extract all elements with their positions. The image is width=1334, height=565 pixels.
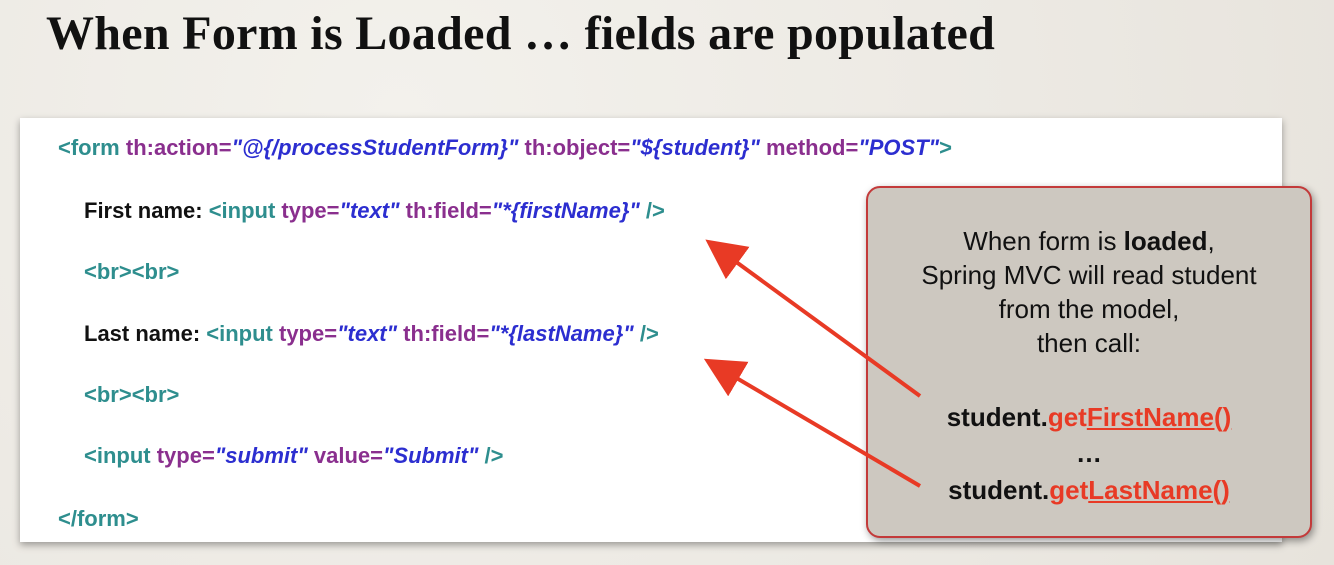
arrow-first-name: [705, 239, 922, 398]
arrow-last-name: [703, 358, 922, 488]
arrows-overlay: [703, 239, 922, 488]
